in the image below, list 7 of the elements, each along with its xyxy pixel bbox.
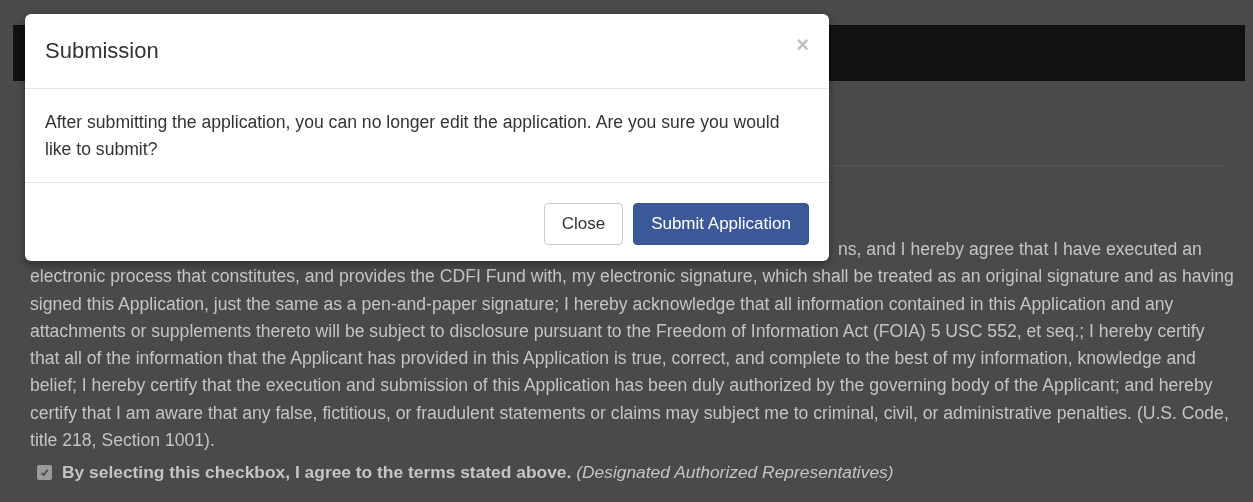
submit-button[interactable]: Submit Application: [633, 203, 809, 245]
dialog-message: After submitting the application, you can no longer edit the application. Are you sure you would like to submit?: [25, 89, 829, 183]
agreement-checkbox[interactable]: [37, 465, 52, 481]
check-icon: [40, 468, 49, 478]
agreement-label: By selecting this checkbox, I agree to the terms stated above. (Designated Authorized Representatives): [62, 462, 894, 484]
dialog-title: Submission: [45, 38, 159, 64]
close-dialog-button[interactable]: Close: [543, 203, 624, 245]
